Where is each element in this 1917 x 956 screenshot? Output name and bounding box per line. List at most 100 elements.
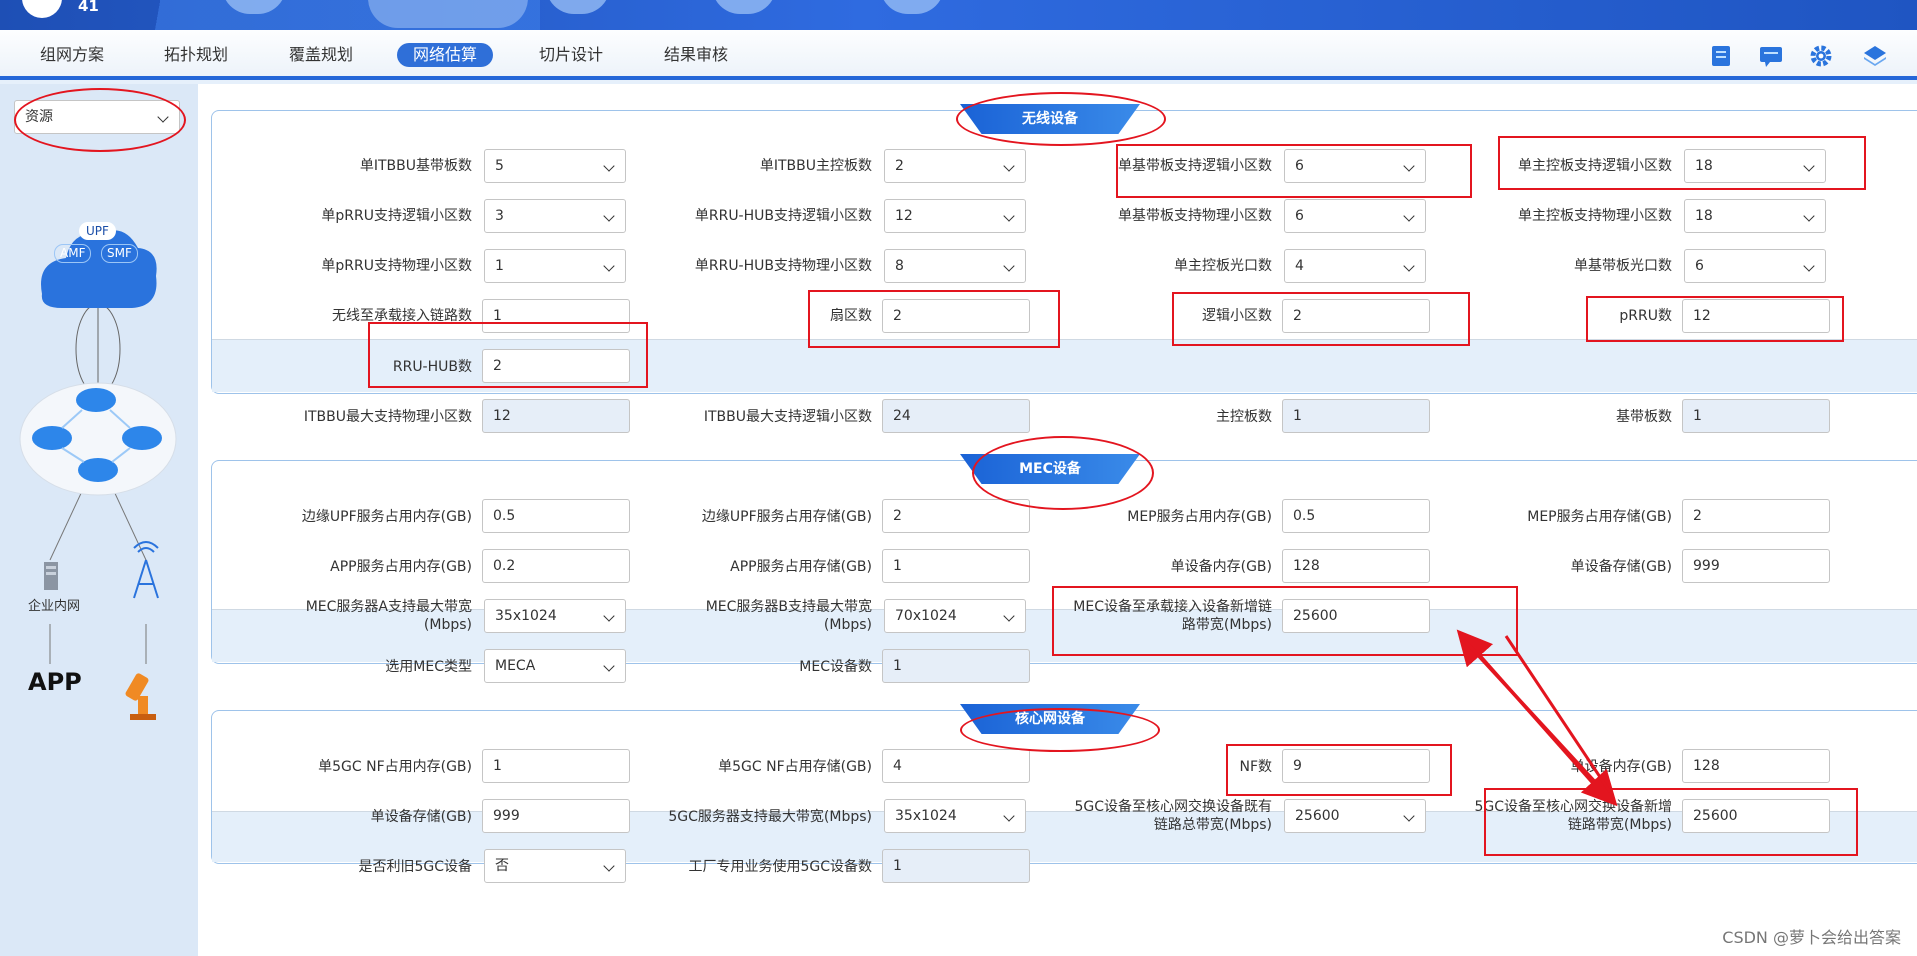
server-icon[interactable]: [44, 562, 58, 590]
message-icon[interactable]: [1758, 44, 1784, 68]
mec-device-storage-input[interactable]: 999: [1682, 549, 1830, 583]
edge-upf-storage-input[interactable]: 2: [882, 499, 1030, 533]
tab-topology[interactable]: 拓扑规划: [148, 43, 244, 67]
header-module-active[interactable]: [368, 0, 528, 28]
chevron-down-icon: [157, 111, 169, 123]
layers-icon[interactable]: [1862, 44, 1888, 68]
rruhub-count-input[interactable]: 2: [482, 349, 630, 383]
mec-b-bandwidth-select[interactable]: 70x1024: [884, 599, 1026, 633]
tab-network-plan[interactable]: 组网方案: [24, 43, 120, 67]
rruhub-physical-cell-select[interactable]: 8: [884, 249, 1026, 283]
nf-count-input[interactable]: 9: [1282, 749, 1430, 783]
rruhub-logical-cell-select[interactable]: 12: [884, 199, 1026, 233]
field-label: 单基带板支持物理小区数: [1118, 208, 1272, 224]
tab-result-review[interactable]: 结果审核: [648, 43, 744, 67]
mec-a-bandwidth-select[interactable]: 35x1024: [484, 599, 626, 633]
field-label: 单ITBBU主控板数: [759, 158, 872, 174]
prru-physical-cell-select[interactable]: 1: [484, 249, 626, 283]
baseband-logical-cell-select[interactable]: 6: [1284, 149, 1426, 183]
tab-slice-design[interactable]: 切片设计: [523, 43, 619, 67]
field-label: 单RRU-HUB支持物理小区数: [694, 258, 872, 274]
mec-device-memory-input[interactable]: 128: [1282, 549, 1430, 583]
select-value: 8: [895, 258, 904, 274]
field-label: 单设备存储(GB): [1570, 559, 1672, 575]
upf-label: UPF: [79, 222, 116, 240]
antenna-tower-icon[interactable]: [133, 541, 159, 599]
main-control-port-select[interactable]: 4: [1284, 249, 1426, 283]
5gc-server-bandwidth-select[interactable]: 35x1024: [884, 799, 1026, 833]
edge-upf-memory-input[interactable]: 0.5: [482, 499, 630, 533]
select-value: 35x1024: [895, 808, 957, 824]
chevron-down-icon: [1803, 210, 1815, 222]
chevron-down-icon: [603, 260, 615, 272]
mep-memory-input[interactable]: 0.5: [1282, 499, 1430, 533]
reuse-5gc-select[interactable]: 否: [484, 849, 626, 883]
main-control-physical-cell-select[interactable]: 18: [1684, 199, 1826, 233]
field-label: 5GC设备至核心网交换设备既有 链路总带宽(Mbps): [1062, 798, 1272, 834]
logo-text: 41: [78, 0, 99, 15]
app-label[interactable]: APP: [28, 668, 82, 696]
nf-memory-input[interactable]: 1: [482, 749, 630, 783]
tab-network-estimate[interactable]: 网络估算: [397, 43, 494, 67]
header-module-icon[interactable]: [712, 0, 776, 14]
field-label: MEC设备数: [799, 659, 872, 675]
field-label: MEC设备至承载接入设备新增链 路带宽(Mbps): [1062, 598, 1272, 634]
robot-arm-icon[interactable]: [124, 672, 156, 720]
select-value: 5: [495, 158, 504, 174]
field-label: 逻辑小区数: [1202, 308, 1272, 324]
factory-5gc-count-output: 1: [882, 849, 1030, 883]
field-label: APP服务占用内存(GB): [330, 559, 472, 575]
field-label: 单5GC NF占用存储(GB): [718, 759, 872, 775]
core-device-storage-input[interactable]: 999: [482, 799, 630, 833]
field-label: 单基带板支持逻辑小区数: [1118, 158, 1272, 174]
5gc-existing-bandwidth-select[interactable]: 25600: [1284, 799, 1426, 833]
field-label: APP服务占用存储(GB): [730, 559, 872, 575]
gear-icon[interactable]: [1808, 44, 1834, 68]
select-value: 1: [495, 258, 504, 274]
field-label: 单ITBBU基带板数: [359, 158, 472, 174]
wireless-bearer-link-input[interactable]: 1: [482, 299, 630, 333]
core-section-title: 核心网设备: [960, 704, 1140, 734]
baseband-physical-cell-select[interactable]: 6: [1284, 199, 1426, 233]
field-label: MEP服务占用内存(GB): [1127, 509, 1272, 525]
itbbu-baseband-select[interactable]: 5: [484, 149, 626, 183]
mec-bearer-bandwidth-input[interactable]: 25600: [1282, 599, 1430, 633]
header-module-icon[interactable]: [880, 0, 944, 14]
prru-logical-cell-select[interactable]: 3: [484, 199, 626, 233]
itbbu-main-control-select[interactable]: 2: [884, 149, 1026, 183]
header-module-icon[interactable]: [546, 0, 610, 14]
app-storage-input[interactable]: 1: [882, 549, 1030, 583]
core-cloud-icon[interactable]: [41, 230, 157, 308]
field-label: 单主控板光口数: [1174, 258, 1272, 274]
resource-select[interactable]: 资源: [14, 100, 180, 134]
logical-cell-count-input[interactable]: 2: [1282, 299, 1430, 333]
prru-count-input[interactable]: 12: [1682, 299, 1830, 333]
field-label: 单RRU-HUB支持逻辑小区数: [694, 208, 872, 224]
field-label-line: 链路总带宽(Mbps): [1153, 817, 1272, 833]
amf-label: AMF: [54, 244, 92, 263]
field-label: NF数: [1239, 759, 1272, 775]
field-label: 5GC设备至核心网交换设备新增 链路带宽(Mbps): [1462, 798, 1672, 834]
field-label-line: 路带宽(Mbps): [1181, 617, 1272, 633]
mec-type-select[interactable]: MECA: [484, 649, 626, 683]
logo-icon: [22, 0, 62, 18]
nf-storage-input[interactable]: 4: [882, 749, 1030, 783]
tab-coverage[interactable]: 覆盖规划: [273, 43, 369, 67]
field-label: 主控板数: [1216, 409, 1272, 425]
field-label-line: MEC服务器A支持最大带宽: [305, 599, 472, 615]
core-device-memory-input[interactable]: 128: [1682, 749, 1830, 783]
field-label: 无线至承载接入链路数: [332, 308, 472, 324]
document-icon[interactable]: [1708, 44, 1734, 68]
field-label: 单设备内存(GB): [1170, 559, 1272, 575]
sector-count-input[interactable]: 2: [882, 299, 1030, 333]
baseband-port-select[interactable]: 6: [1684, 249, 1826, 283]
mep-storage-input[interactable]: 2: [1682, 499, 1830, 533]
5gc-new-bandwidth-input[interactable]: 25600: [1682, 799, 1830, 833]
field-label: pRRU数: [1619, 308, 1672, 324]
main-control-logical-cell-select[interactable]: 18: [1684, 149, 1826, 183]
chevron-down-icon: [1003, 260, 1015, 272]
field-label: 单设备存储(GB): [370, 809, 472, 825]
app-memory-input[interactable]: 0.2: [482, 549, 630, 583]
field-label-line: (Mbps): [823, 617, 872, 633]
field-label: 边缘UPF服务占用存储(GB): [701, 509, 872, 525]
